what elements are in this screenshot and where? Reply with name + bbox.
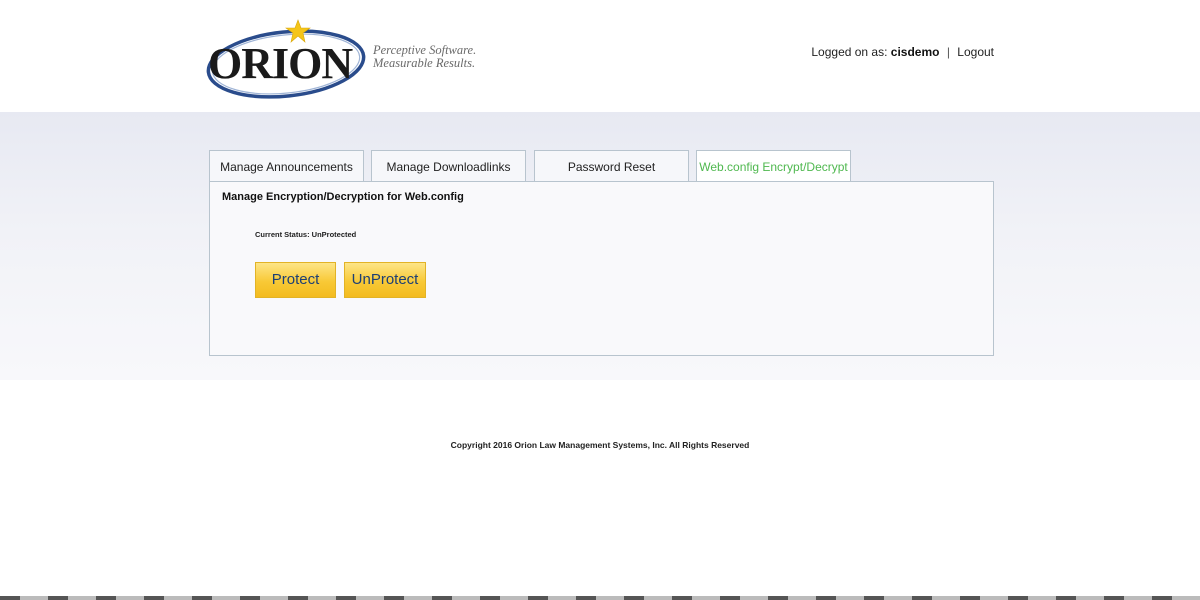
unprotect-button[interactable]: UnProtect [344,262,426,298]
tagline-line-2: Measurable Results. [373,56,476,70]
panel-title: Manage Encryption/Decryption for Web.con… [222,191,464,203]
tab-webconfig-encrypt-decrypt[interactable]: Web.config Encrypt/Decrypt [696,150,851,182]
logo-wordmark: ORION [208,39,353,88]
bottom-edge-strip [0,596,1200,600]
current-status-label: Current Status: UnProtected [255,230,357,239]
username-label: cisdemo [890,45,940,59]
protect-button[interactable]: Protect [255,262,336,298]
logo-tagline: Perceptive Software. Measurable Results. [373,44,476,70]
footer-copyright: Copyright 2016 Orion Law Management Syst… [450,440,750,450]
user-bar-separator: | [946,45,950,59]
tab-manage-downloadlinks[interactable]: Manage Downloadlinks [371,150,526,181]
orion-logo[interactable]: ORION Perceptive Software. Measurable Re… [206,18,481,102]
page-header: ORION Perceptive Software. Measurable Re… [0,0,1200,112]
user-status-bar: Logged on as: cisdemo | Logout [811,45,994,59]
encryption-panel: Manage Encryption/Decryption for Web.con… [209,181,994,356]
tab-password-reset[interactable]: Password Reset [534,150,689,181]
logout-link[interactable]: Logout [957,45,994,59]
tab-manage-announcements[interactable]: Manage Announcements [209,150,364,181]
logged-on-label: Logged on as: [811,45,888,59]
